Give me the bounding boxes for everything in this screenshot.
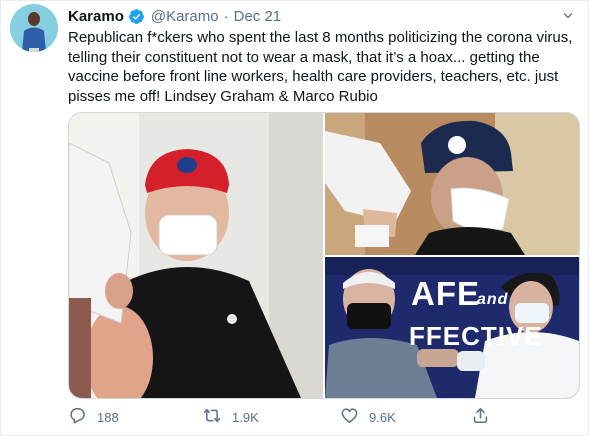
like-button[interactable]: 9.6K: [340, 406, 396, 428]
avatar[interactable]: [10, 4, 58, 52]
display-name[interactable]: Karamo: [68, 8, 124, 25]
retweet-count: 1.9K: [232, 409, 259, 425]
photo-sign-text-and: and: [477, 291, 509, 308]
separator-dot: ·: [223, 7, 229, 25]
reply-button[interactable]: 188: [68, 406, 119, 428]
tweet-header: Karamo @Karamo · Dec 21: [68, 6, 578, 26]
reply-count: 188: [97, 409, 119, 425]
photo-pence-vaccine[interactable]: AFE and FFECTIVE: [325, 257, 579, 398]
share-button[interactable]: [471, 406, 500, 428]
photo-sign-text-2: FFECTIVE: [409, 321, 543, 351]
reply-icon: [68, 406, 97, 428]
tweet-actions: 188 1.9K 9.6K: [68, 404, 578, 430]
tweet-date[interactable]: Dec 21: [234, 8, 282, 25]
chevron-down-icon[interactable]: [558, 6, 578, 26]
retweet-icon: [202, 406, 232, 428]
heart-icon: [340, 406, 369, 428]
like-count: 9.6K: [369, 409, 396, 425]
share-icon: [471, 406, 500, 428]
photo-rubio-vaccine[interactable]: [325, 113, 579, 255]
verified-badge-icon: [128, 8, 145, 25]
photo-graham-vaccine[interactable]: [69, 113, 323, 398]
tweet-media-grid[interactable]: AFE and FFECTIVE: [68, 112, 580, 399]
handle[interactable]: @Karamo: [151, 8, 219, 25]
photo-sign-text-1: AFE: [411, 275, 480, 312]
retweet-button[interactable]: 1.9K: [202, 406, 259, 428]
tweet-text: Republican f*ckers who spent the last 8 …: [68, 29, 573, 105]
tweet-card[interactable]: Karamo @Karamo · Dec 21 Republican f*cke…: [0, 0, 589, 436]
